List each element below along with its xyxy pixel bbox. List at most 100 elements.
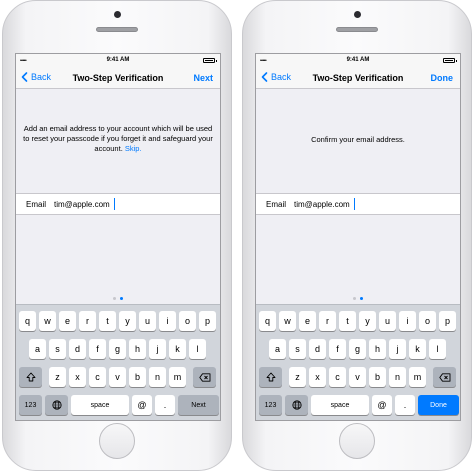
key-l[interactable]: l <box>429 339 446 359</box>
key-y[interactable]: y <box>359 311 376 331</box>
key-w[interactable]: w <box>39 311 56 331</box>
shift-key[interactable] <box>19 367 42 387</box>
page-dot-active <box>360 297 363 300</box>
chevron-left-icon <box>259 71 271 83</box>
dot-key[interactable]: . <box>155 395 175 415</box>
email-row: Email <box>256 193 460 215</box>
page-indicator <box>256 294 460 300</box>
key-y[interactable]: y <box>119 311 136 331</box>
key-w[interactable]: w <box>279 311 296 331</box>
key-c[interactable]: c <box>89 367 106 387</box>
back-button[interactable]: Back <box>259 71 291 83</box>
screen-left: ••••• 9:41 AM Back Two-Step Verification… <box>15 53 221 421</box>
key-a[interactable]: a <box>29 339 46 359</box>
key-f[interactable]: f <box>329 339 346 359</box>
key-f[interactable]: f <box>89 339 106 359</box>
phone-left: ••••• 9:41 AM Back Two-Step Verification… <box>2 0 232 471</box>
key-o[interactable]: o <box>179 311 196 331</box>
email-label: Email <box>266 200 287 209</box>
backspace-key[interactable] <box>193 367 216 387</box>
key-p[interactable]: p <box>439 311 456 331</box>
navigation-bar: Back Two-Step Verification Next <box>16 67 220 89</box>
key-k[interactable]: k <box>409 339 426 359</box>
key-z[interactable]: z <box>289 367 306 387</box>
text-cursor <box>354 198 355 210</box>
key-a[interactable]: a <box>269 339 286 359</box>
key-g[interactable]: g <box>349 339 366 359</box>
next-key[interactable]: Next <box>178 395 219 415</box>
globe-key[interactable] <box>45 395 68 415</box>
key-m[interactable]: m <box>409 367 426 387</box>
shift-key[interactable] <box>259 367 282 387</box>
done-button[interactable]: Done <box>431 73 454 83</box>
key-b[interactable]: b <box>129 367 146 387</box>
key-e[interactable]: e <box>299 311 316 331</box>
next-button[interactable]: Next <box>193 73 213 83</box>
status-time: 9:41 AM <box>106 57 130 63</box>
key-u[interactable]: u <box>139 311 156 331</box>
key-e[interactable]: e <box>59 311 76 331</box>
key-v[interactable]: v <box>109 367 126 387</box>
key-h[interactable]: h <box>369 339 386 359</box>
email-field[interactable] <box>294 197 444 211</box>
key-j[interactable]: j <box>389 339 406 359</box>
space-key[interactable]: space <box>311 395 369 415</box>
keyboard: q w e r t y u i o p a s d f g h j k l z … <box>16 304 220 420</box>
at-key[interactable]: @ <box>132 395 152 415</box>
page-dot <box>113 297 116 300</box>
key-t[interactable]: t <box>99 311 116 331</box>
key-x[interactable]: x <box>309 367 326 387</box>
key-s[interactable]: s <box>289 339 306 359</box>
key-m[interactable]: m <box>169 367 186 387</box>
email-field[interactable] <box>54 197 204 211</box>
status-bar: ••••• 9:41 AM <box>256 54 460 67</box>
numbers-key[interactable]: 123 <box>19 395 42 415</box>
key-q[interactable]: q <box>259 311 276 331</box>
key-r[interactable]: r <box>79 311 96 331</box>
key-p[interactable]: p <box>199 311 216 331</box>
backspace-key[interactable] <box>433 367 456 387</box>
numbers-key[interactable]: 123 <box>259 395 282 415</box>
key-d[interactable]: d <box>69 339 86 359</box>
key-k[interactable]: k <box>169 339 186 359</box>
key-q[interactable]: q <box>19 311 36 331</box>
status-time: 9:41 AM <box>346 57 370 63</box>
battery-icon <box>443 58 457 63</box>
key-b[interactable]: b <box>369 367 386 387</box>
text-cursor <box>114 198 115 210</box>
backspace-icon <box>438 372 451 382</box>
skip-link[interactable]: Skip. <box>125 144 142 153</box>
key-t[interactable]: t <box>339 311 356 331</box>
at-key[interactable]: @ <box>372 395 392 415</box>
key-j[interactable]: j <box>149 339 166 359</box>
back-button[interactable]: Back <box>19 71 51 83</box>
phone-right: ••••• 9:41 AM Back Two-Step Verification… <box>242 0 472 471</box>
page-dot <box>353 297 356 300</box>
dot-key[interactable]: . <box>395 395 415 415</box>
space-key[interactable]: space <box>71 395 129 415</box>
key-n[interactable]: n <box>149 367 166 387</box>
key-i[interactable]: i <box>159 311 176 331</box>
home-button[interactable] <box>339 423 375 459</box>
key-c[interactable]: c <box>329 367 346 387</box>
key-r[interactable]: r <box>319 311 336 331</box>
key-h[interactable]: h <box>129 339 146 359</box>
chevron-left-icon <box>19 71 31 83</box>
key-x[interactable]: x <box>69 367 86 387</box>
done-key[interactable]: Done <box>418 395 459 415</box>
shift-icon <box>266 372 276 382</box>
globe-key[interactable] <box>285 395 308 415</box>
key-s[interactable]: s <box>49 339 66 359</box>
key-i[interactable]: i <box>399 311 416 331</box>
key-o[interactable]: o <box>419 311 436 331</box>
home-button[interactable] <box>99 423 135 459</box>
key-u[interactable]: u <box>379 311 396 331</box>
status-bar: ••••• 9:41 AM <box>16 54 220 67</box>
key-n[interactable]: n <box>389 367 406 387</box>
key-l[interactable]: l <box>189 339 206 359</box>
key-g[interactable]: g <box>109 339 126 359</box>
key-z[interactable]: z <box>49 367 66 387</box>
key-d[interactable]: d <box>309 339 326 359</box>
key-v[interactable]: v <box>349 367 366 387</box>
backspace-icon <box>198 372 211 382</box>
